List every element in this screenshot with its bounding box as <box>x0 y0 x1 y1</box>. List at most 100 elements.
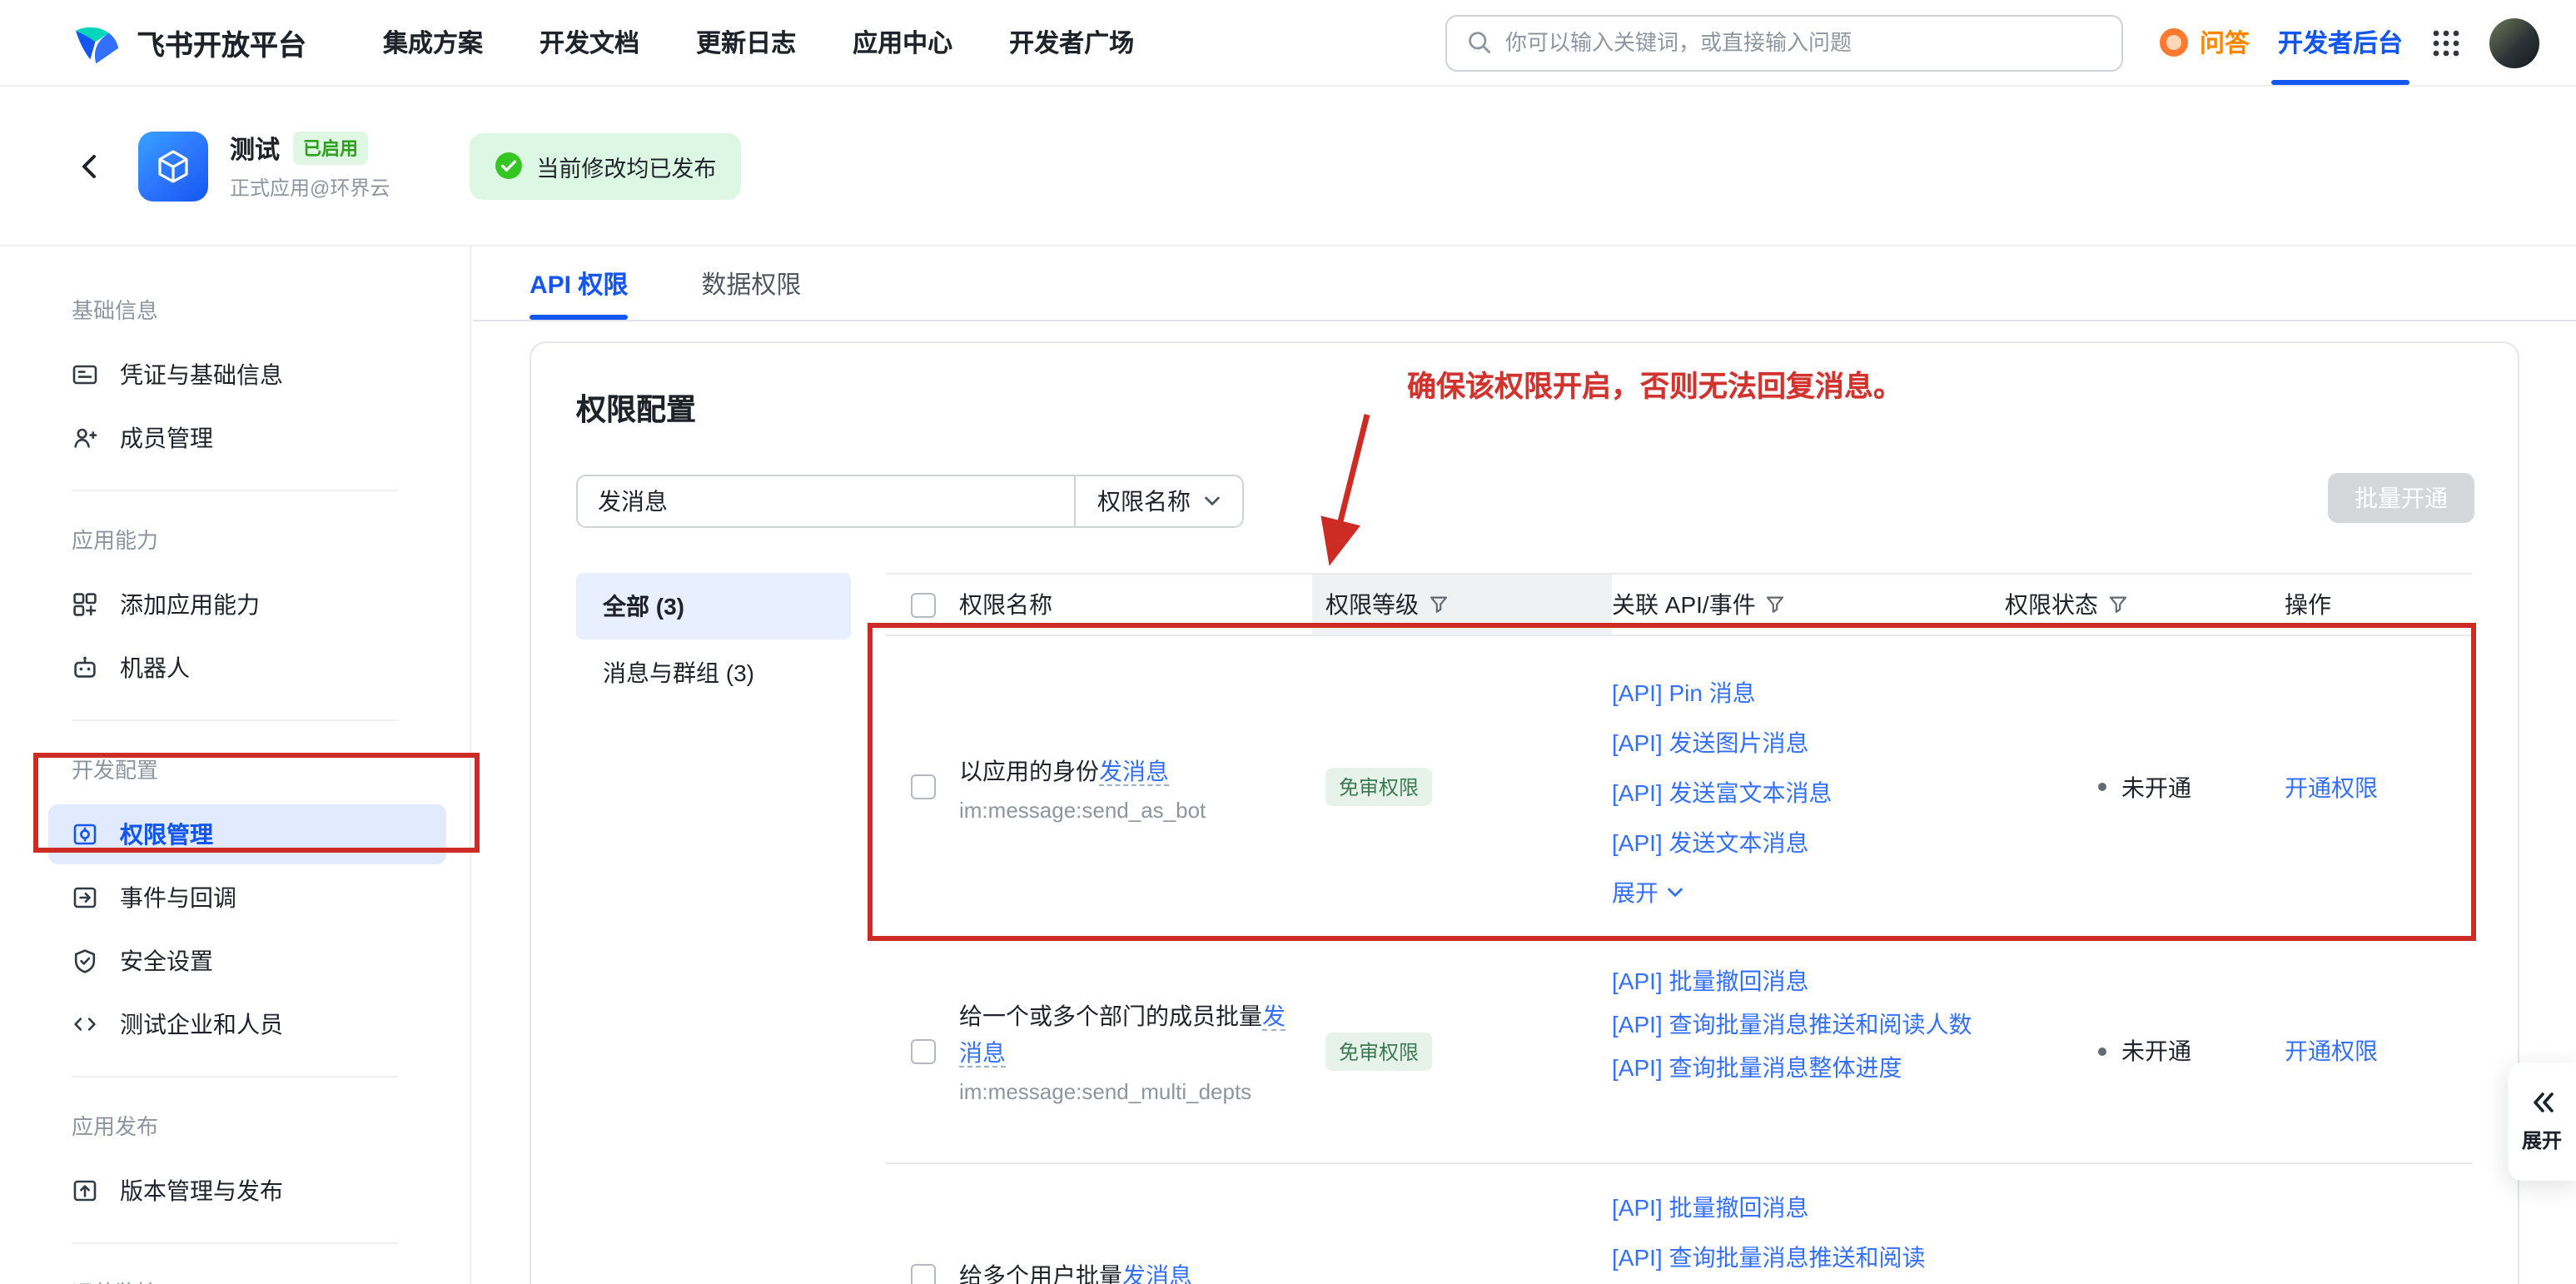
permission-name-link[interactable]: 发消息 <box>1099 757 1169 785</box>
status-dot <box>2098 1047 2106 1055</box>
permission-search-input[interactable] <box>578 476 1074 526</box>
permissions-table: 权限名称 权限等级 关联 API/事件 权限状态 <box>886 573 2473 1284</box>
table-area: 全部 (3) 消息与群组 (3) 权限名称 权限等级 关联 API/事件 <box>576 573 2473 1284</box>
sidebar-section-basic-info: 基础信息 <box>0 283 470 341</box>
api-link[interactable]: [API] 查询批量消息推送和阅读人数 <box>1612 1004 2005 1044</box>
brand-name: 飞书开放平台 <box>137 22 306 63</box>
nav-item-developer-plaza[interactable]: 开发者广场 <box>1009 25 1134 60</box>
apps-grid-icon[interactable] <box>2431 27 2461 57</box>
user-avatar[interactable] <box>2489 17 2539 67</box>
app-icon <box>138 131 208 201</box>
qa-icon <box>2160 28 2188 57</box>
search-field-select[interactable]: 权限名称 <box>1074 476 1242 526</box>
nav-item-app-center[interactable]: 应用中心 <box>853 25 952 60</box>
row-checkbox[interactable] <box>910 1038 935 1063</box>
back-button[interactable] <box>75 151 105 181</box>
permission-name: 以应用的身份发消息 <box>959 752 1325 789</box>
sidebar-item-label: 凭证与基础信息 <box>120 358 283 391</box>
sidebar-item-version[interactable]: 版本管理与发布 <box>48 1161 446 1221</box>
sidebar-section-release: 应用发布 <box>0 1099 470 1157</box>
top-nav: 飞书开放平台 集成方案 开发文档 更新日志 应用中心 开发者广场 问答 开发者后… <box>0 0 2576 87</box>
nav-item-docs[interactable]: 开发文档 <box>540 25 639 60</box>
permission-tabs: API 权限 数据权限 <box>473 246 2576 321</box>
level-badge: 免审权限 <box>1325 1032 1432 1070</box>
select-all-checkbox[interactable] <box>910 592 935 617</box>
api-link[interactable]: [API] 发送文本消息 <box>1612 818 2005 868</box>
table-header-row: 权限名称 权限等级 关联 API/事件 权限状态 <box>886 573 2473 636</box>
filter-funnel-icon[interactable] <box>1429 595 1449 615</box>
search-icon <box>1467 30 1492 55</box>
batch-open-button[interactable]: 批量开通 <box>2328 473 2474 523</box>
sidebar-item-events[interactable]: 事件与回调 <box>48 868 446 928</box>
chevron-down-icon <box>1667 886 1683 899</box>
page-title: 权限配置 <box>576 386 2473 430</box>
sidebar-section-capabilities: 应用能力 <box>0 513 470 571</box>
search-input[interactable] <box>1505 30 2101 55</box>
sidebar-item-bot[interactable]: 机器人 <box>48 638 446 698</box>
event-callback-icon <box>72 884 98 911</box>
tab-data-permissions[interactable]: 数据权限 <box>701 246 801 320</box>
qa-link[interactable]: 问答 <box>2160 25 2250 60</box>
sidebar-item-test-company[interactable]: 测试企业和人员 <box>48 994 446 1054</box>
sidebar-divider <box>72 1076 398 1077</box>
api-link[interactable]: [API] 查询批量消息推送和阅读 <box>1612 1232 2005 1282</box>
table-row: 给多个用户批量发消息 [API] 批量撤回消息 [API] 查询批量消息推送和阅… <box>886 1164 2473 1284</box>
sidebar-item-label: 事件与回调 <box>120 881 236 914</box>
row-checkbox[interactable] <box>910 774 935 799</box>
col-related-api: 关联 API/事件 <box>1612 575 2005 635</box>
sidebar-item-credentials[interactable]: 凭证与基础信息 <box>48 345 446 405</box>
category-message-group[interactable]: 消息与群组 (3) <box>576 640 851 706</box>
category-all[interactable]: 全部 (3) <box>576 573 851 640</box>
api-link[interactable]: [API] 发送富文本消息 <box>1612 768 2005 818</box>
tab-api-permissions[interactable]: API 权限 <box>530 246 628 320</box>
sidebar-item-label: 成员管理 <box>120 421 213 455</box>
api-link[interactable]: [API] 查询批量消息整体进度 <box>1612 1044 2005 1091</box>
table-search-row: 权限名称 <box>576 475 2473 528</box>
permission-config-card: 权限配置 权限名称 批量开通 全部 (3) 消息与群组 (3) <box>530 341 2519 1284</box>
sidebar-divider <box>72 719 398 721</box>
open-permission-link[interactable]: 开通权限 <box>2285 1034 2473 1068</box>
row-checkbox[interactable] <box>910 1263 935 1284</box>
sidebar-item-add-capability[interactable]: 添加应用能力 <box>48 575 446 635</box>
api-link[interactable]: [API] 批量撤回消息 <box>1612 958 2005 1004</box>
publish-status-text: 当前修改均已发布 <box>536 149 716 182</box>
main-content: API 权限 数据权限 权限配置 权限名称 批量开通 全部 (3) <box>473 246 2576 1284</box>
brand[interactable]: 飞书开放平台 <box>72 19 306 66</box>
sidebar-item-label: 权限管理 <box>120 818 213 851</box>
feishu-logo-icon <box>72 19 122 66</box>
api-link[interactable]: [API] Pin 消息 <box>1612 668 2005 718</box>
nav-item-changelog[interactable]: 更新日志 <box>696 25 796 60</box>
col-permission-level: 权限等级 <box>1312 575 1612 635</box>
sidebar-item-security[interactable]: 安全设置 <box>48 931 446 991</box>
shield-check-icon <box>72 948 98 974</box>
col-permission-name: 权限名称 <box>959 575 1325 635</box>
filter-funnel-icon[interactable] <box>1766 595 1786 615</box>
expand-panel-button[interactable]: 展开 <box>2508 1063 2576 1181</box>
chevron-down-icon <box>1204 495 1221 508</box>
code-brackets-icon <box>72 1011 98 1038</box>
permission-status: 未开通 <box>2005 939 2285 1162</box>
sidebar-item-permissions[interactable]: 权限管理 <box>48 804 446 864</box>
app-subtitle: 正式应用@环界云 <box>230 172 390 201</box>
developer-console-tab[interactable]: 开发者后台 <box>2278 0 2403 85</box>
table-row: 给一个或多个部门的成员批量发消息 im:message:send_multi_d… <box>886 939 2473 1164</box>
sidebar-divider <box>72 1242 398 1244</box>
api-link[interactable]: [API] 发送图片消息 <box>1612 718 2005 768</box>
double-chevron-left-icon <box>2529 1090 2555 1113</box>
api-link[interactable]: [API] 批量撤回消息 <box>1612 1182 2005 1232</box>
permission-name-link[interactable]: 发消息 <box>1122 1262 1192 1284</box>
robot-icon <box>72 654 98 681</box>
open-permission-link[interactable]: 开通权限 <box>2285 770 2473 804</box>
filter-funnel-icon[interactable] <box>2108 595 2128 615</box>
sidebar-item-label: 测试企业和人员 <box>120 1008 283 1041</box>
permission-code: im:message:send_as_bot <box>959 797 1325 822</box>
nav-item-integration[interactable]: 集成方案 <box>383 25 483 60</box>
safe-box-icon <box>72 821 98 848</box>
sidebar-section-dev-config: 开发配置 <box>0 743 470 801</box>
permission-status: 未开通 <box>2005 636 2285 938</box>
global-search[interactable] <box>1445 14 2123 71</box>
screen: 飞书开放平台 集成方案 开发文档 更新日志 应用中心 开发者广场 问答 开发者后… <box>0 0 2576 1284</box>
sidebar-item-members[interactable]: 成员管理 <box>48 408 446 468</box>
expand-apis-link[interactable]: 展开 <box>1612 868 2005 918</box>
permission-search-combo: 权限名称 <box>576 475 1244 528</box>
